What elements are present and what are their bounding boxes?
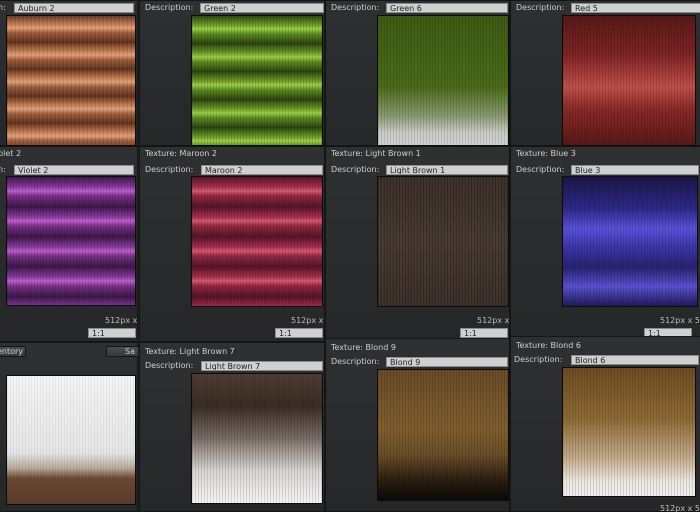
description-field[interactable]: Auburn 2 — [14, 3, 134, 13]
texture-preview — [191, 373, 323, 504]
description-field[interactable]: Maroon 2 — [201, 165, 323, 175]
zoom-field[interactable]: 1:1 — [88, 328, 136, 338]
description-label: Description: — [331, 3, 380, 12]
texture-preview — [562, 367, 696, 497]
texture-preview — [377, 369, 509, 501]
texture-window-white: entory Sa — [0, 342, 138, 512]
description-field[interactable]: Red 5 — [571, 3, 700, 13]
window-title[interactable]: Texture: Blond 9 — [331, 343, 396, 352]
description-field[interactable]: Light Brown 1 — [386, 165, 508, 175]
window-title[interactable]: Texture: Blond 6 — [516, 341, 581, 350]
texture-preview — [6, 375, 136, 505]
texture-window-red-5: Description: Red 5 — [510, 0, 700, 146]
resolution-text: 512px x 5 — [105, 316, 138, 325]
description-label: n: — [0, 3, 6, 12]
texture-preview — [191, 176, 323, 307]
texture-window-blue-3: Texture: Blue 3 Description: Blue 3 512p… — [510, 146, 700, 342]
texture-preview — [562, 176, 698, 307]
inventory-button[interactable]: entory — [0, 346, 26, 357]
texture-preview — [6, 15, 136, 146]
description-field[interactable]: Light Brown 7 — [201, 361, 323, 371]
texture-window-blond-6: Texture: Blond 6 Description: Blond 6 51… — [510, 336, 700, 512]
texture-window-blond-9: Texture: Blond 9 Description: Blond 9 — [325, 338, 510, 512]
zoom-field[interactable]: 1:1 — [460, 328, 508, 338]
resolution-text: 512px x 5 — [477, 316, 510, 325]
resolution-text: 512px x 5 — [291, 316, 325, 325]
save-button[interactable]: Sa — [106, 346, 138, 357]
window-title[interactable]: Texture: Light Brown 1 — [331, 149, 421, 158]
texture-window-violet-2: iolet 2 n: Violet 2 512px x 5 1:1 — [0, 146, 138, 342]
window-title[interactable]: Texture: Maroon 2 — [145, 149, 217, 158]
resolution-text: 512px x 512 — [660, 504, 700, 512]
description-label: Description: — [516, 3, 565, 12]
description-label: Description: — [145, 165, 194, 174]
description-field[interactable]: Green 6 — [386, 3, 508, 13]
description-label: Description: — [331, 165, 380, 174]
description-field[interactable]: Violet 2 — [14, 165, 134, 175]
texture-window-green-2: Description: Green 2 — [139, 0, 325, 146]
texture-preview — [377, 15, 509, 146]
texture-preview — [377, 176, 509, 307]
texture-window-light-brown-7: Texture: Light Brown 7 Description: Ligh… — [139, 342, 325, 512]
description-field[interactable]: Blond 9 — [386, 357, 508, 367]
texture-preview — [562, 15, 696, 146]
texture-preview — [191, 15, 323, 146]
description-label: Description: — [514, 355, 563, 364]
zoom-field[interactable]: 1:1 — [275, 328, 323, 338]
description-field[interactable]: Green 2 — [200, 3, 324, 13]
texture-window-auburn-2: n: Auburn 2 — [0, 0, 138, 146]
description-label: n: — [0, 165, 6, 174]
texture-preview — [6, 176, 136, 306]
description-label: Description: — [145, 3, 194, 12]
description-field[interactable]: Blond 6 — [571, 355, 699, 365]
texture-window-maroon-2: Texture: Maroon 2 Description: Maroon 2 … — [139, 146, 325, 342]
description-field[interactable]: Blue 3 — [571, 165, 699, 175]
texture-window-green-6: Description: Green 6 — [325, 0, 510, 146]
description-label: Description: — [516, 165, 565, 174]
resolution-text: 512px x 512 — [660, 316, 700, 325]
window-title[interactable]: Texture: Blue 3 — [516, 149, 576, 158]
window-title[interactable]: Texture: Light Brown 7 — [145, 347, 235, 356]
description-label: Description: — [145, 361, 194, 370]
texture-window-light-brown-1: Texture: Light Brown 1 Description: Ligh… — [325, 146, 510, 342]
window-title[interactable]: iolet 2 — [0, 149, 21, 158]
description-label: Description: — [331, 357, 380, 366]
